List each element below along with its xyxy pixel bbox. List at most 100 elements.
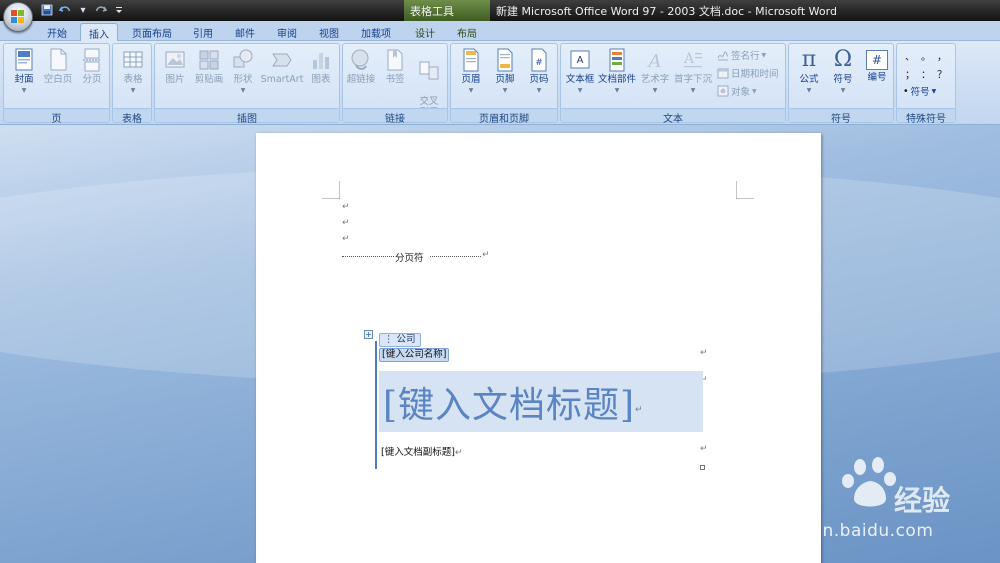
document-page[interactable]: ↵ ↵ ↵ 分页符 ↵ + ⋮ 公司 [键入公司名称] ↵ ↵ [键入文档标题]…	[256, 133, 821, 563]
equation-icon: π	[801, 47, 817, 72]
group-symbols-label: 符号	[789, 108, 893, 125]
paragraph-mark: ↵	[482, 250, 490, 260]
save-icon[interactable]	[40, 3, 54, 17]
crop-mark-top-left	[322, 181, 340, 199]
group-links: 超链接 书签 交叉 引用 链接	[342, 43, 448, 125]
chevron-down-icon: ▼	[752, 87, 757, 95]
bookmark-icon	[387, 49, 403, 71]
office-button[interactable]	[3, 2, 33, 32]
shapes-button[interactable]: 形状 ▼	[225, 46, 261, 96]
chevron-down-icon: ▼	[840, 87, 846, 94]
special-symbol-1[interactable]: 。	[919, 48, 933, 63]
cover-page-icon	[15, 48, 33, 71]
picture-button[interactable]: 图片	[157, 46, 193, 85]
drop-cap-button[interactable]: A 首字下沉 ▼	[673, 46, 713, 96]
content-control-tag[interactable]: ⋮ 公司	[379, 333, 421, 347]
signature-line-icon	[717, 51, 729, 61]
group-text-label: 文本	[561, 108, 785, 125]
group-illustrations-label: 插图	[155, 108, 339, 125]
table-move-handle-icon[interactable]: +	[364, 330, 373, 339]
page-break-marker: 分页符 ↵	[342, 250, 490, 264]
company-name-field[interactable]: [键入公司名称]	[379, 348, 450, 362]
special-symbol-3[interactable]: ；	[903, 66, 917, 81]
tab-add-ins[interactable]: 加载项	[354, 23, 398, 41]
document-title-field[interactable]: [键入文档标题] ↵	[379, 371, 703, 432]
group-pages-label: 页	[4, 108, 109, 125]
clipart-button[interactable]: 剪贴画	[191, 46, 227, 85]
clipart-label: 剪贴画	[194, 74, 224, 85]
undo-dropdown-icon[interactable]: ▾	[76, 3, 90, 17]
hyperlink-button[interactable]: 超链接	[343, 46, 379, 85]
group-illustrations: 图片 剪贴画 形状 ▼ SmartArt 图表 插图	[154, 43, 340, 125]
bookmark-button[interactable]: 书签	[377, 46, 413, 85]
page-break-label: 分页符	[394, 250, 425, 264]
paragraph-mark: ↵	[342, 218, 350, 228]
svg-text:A: A	[647, 51, 662, 72]
tab-mailings[interactable]: 邮件	[228, 23, 262, 41]
page-break-icon	[83, 48, 101, 72]
tab-references[interactable]: 引用	[186, 23, 220, 41]
smartart-button[interactable]: SmartArt	[259, 46, 305, 85]
equation-button[interactable]: π 公式 ▼	[791, 46, 827, 96]
smartart-icon	[272, 53, 292, 67]
paragraph-mark: ↵	[700, 348, 708, 358]
paragraph-mark: ↵	[454, 448, 463, 458]
customize-qat-icon[interactable]	[112, 3, 126, 17]
page-number-button[interactable]: # 页码 ▼	[521, 46, 557, 96]
object-button[interactable]: 对象 ▼	[717, 84, 757, 98]
object-label: 对象	[731, 87, 751, 98]
svg-text:A: A	[683, 51, 695, 67]
date-time-button[interactable]: 日期和时间	[717, 66, 779, 80]
quick-parts-button[interactable]: 文档部件 ▼	[597, 46, 637, 96]
ribbon: 封面 ▼ 空白页 分页 页 表格 ▼ 表格 图片 剪贴画 形状 ▼ SmartA…	[0, 41, 1000, 125]
chevron-down-icon: ▼	[652, 87, 658, 94]
header-icon	[463, 48, 479, 72]
signature-line-label: 签名行	[731, 51, 760, 62]
cover-page-button[interactable]: 封面 ▼	[6, 46, 42, 96]
page-break-label: 分页	[82, 74, 102, 85]
special-symbol-more-label: 符号	[910, 87, 930, 98]
numbering-label: 编号	[867, 72, 887, 83]
special-symbol-more-button[interactable]: • 符号 ▼	[903, 84, 937, 99]
wordart-button[interactable]: A 艺术字 ▼	[637, 46, 673, 96]
table-button[interactable]: 表格 ▼	[115, 46, 151, 96]
hyperlink-icon	[351, 49, 369, 70]
blank-page-button[interactable]: 空白页	[40, 46, 76, 85]
office-logo-icon	[11, 10, 25, 24]
chevron-down-icon: ▼	[806, 87, 812, 94]
undo-icon[interactable]	[58, 3, 72, 17]
special-symbol-2[interactable]: ，	[935, 48, 949, 63]
tab-table-layout[interactable]: 布局	[450, 23, 484, 41]
paragraph-mark: ↵	[342, 234, 350, 244]
footer-button[interactable]: 页脚 ▼	[487, 46, 523, 96]
shapes-icon	[233, 49, 253, 68]
header-button[interactable]: 页眉 ▼	[453, 46, 489, 96]
document-subtitle-field[interactable]: [键入文档副标题]↵	[381, 444, 462, 458]
chevron-down-icon: ▼	[931, 87, 937, 95]
tab-view[interactable]: 视图	[312, 23, 346, 41]
clipart-icon	[199, 50, 219, 70]
textbox-icon: A	[570, 50, 590, 69]
textbox-button[interactable]: A 文本框 ▼	[562, 46, 598, 96]
page-break-button[interactable]: 分页	[74, 46, 110, 85]
tab-insert[interactable]: 插入	[80, 23, 118, 41]
symbol-button[interactable]: Ω 符号 ▼	[825, 46, 861, 96]
drop-cap-icon: A	[683, 51, 702, 68]
special-symbol-4[interactable]: ：	[919, 66, 933, 81]
redo-icon[interactable]	[94, 3, 108, 17]
tab-home[interactable]: 开始	[40, 23, 74, 41]
tab-review[interactable]: 审阅	[270, 23, 304, 41]
group-tables-label: 表格	[113, 108, 151, 125]
special-symbol-5[interactable]: ？	[935, 66, 949, 81]
smartart-label: SmartArt	[260, 74, 304, 85]
special-symbol-0[interactable]: 、	[903, 48, 917, 63]
page-break-line	[430, 256, 481, 257]
tab-table-design[interactable]: 设计	[408, 23, 442, 41]
svg-text:A: A	[577, 55, 584, 66]
numbering-button[interactable]: # 编号	[859, 46, 895, 83]
chart-button[interactable]: 图表	[303, 46, 339, 85]
chevron-down-icon: ▼	[614, 87, 620, 94]
tab-page-layout[interactable]: 页面布局	[126, 23, 178, 41]
signature-line-button[interactable]: 签名行 ▼	[717, 48, 766, 62]
chart-label: 图表	[311, 74, 331, 85]
